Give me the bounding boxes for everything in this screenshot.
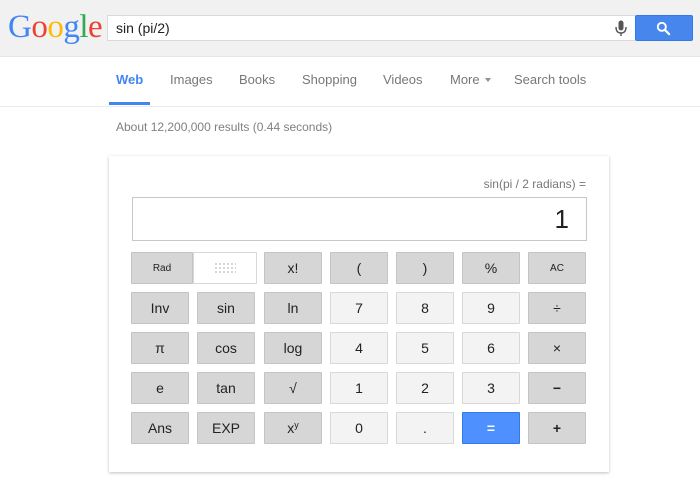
tab-images[interactable]: Images [170, 72, 213, 87]
digit-1-button[interactable]: 1 [330, 372, 388, 404]
calculator-expression: sin(pi / 2 radians) = [483, 177, 586, 191]
power-base-label: x [287, 420, 295, 436]
digit-7-button[interactable]: 7 [330, 292, 388, 324]
calculator-result: 1 [554, 204, 569, 234]
search-icon [656, 21, 671, 36]
decimal-button[interactable]: . [396, 412, 454, 444]
power-exponent-label: y [294, 420, 299, 430]
plus-button[interactable]: + [528, 412, 586, 444]
sin-button[interactable]: sin [197, 292, 255, 324]
calculator-display: 1 [132, 197, 587, 241]
logo-letter: g [63, 9, 80, 45]
ln-button[interactable]: ln [264, 292, 322, 324]
inverse-button[interactable]: Inv [131, 292, 189, 324]
logo-letter: e [88, 9, 103, 45]
tab-books[interactable]: Books [239, 72, 275, 87]
logo-letter: G [8, 9, 32, 45]
deg-toggle[interactable] [193, 252, 257, 284]
minus-button[interactable]: − [528, 372, 586, 404]
google-logo[interactable]: Google [8, 9, 103, 45]
right-paren-button[interactable]: ) [396, 252, 454, 284]
tan-button[interactable]: tan [197, 372, 255, 404]
tab-videos[interactable]: Videos [383, 72, 423, 87]
multiply-button[interactable]: × [528, 332, 586, 364]
search-input[interactable] [116, 16, 596, 40]
digit-9-button[interactable]: 9 [462, 292, 520, 324]
tab-more-label: More [450, 72, 480, 87]
logo-letter: o [47, 9, 64, 45]
search-tabs: Web Images Books Shopping Videos More Se… [0, 56, 700, 107]
exp-button[interactable]: EXP [197, 412, 255, 444]
left-paren-button[interactable]: ( [330, 252, 388, 284]
tab-web[interactable]: Web [116, 72, 143, 87]
logo-letter: l [79, 9, 89, 45]
rad-button[interactable]: Rad [131, 252, 193, 284]
digit-2-button[interactable]: 2 [396, 372, 454, 404]
digit-0-button[interactable]: 0 [330, 412, 388, 444]
active-tab-indicator [109, 102, 150, 105]
log-button[interactable]: log [264, 332, 322, 364]
all-clear-button[interactable]: AC [528, 252, 586, 284]
divide-button[interactable]: ÷ [528, 292, 586, 324]
search-box [107, 15, 635, 41]
chevron-down-icon [484, 77, 491, 82]
digit-5-button[interactable]: 5 [396, 332, 454, 364]
header: Google [0, 0, 700, 57]
e-button[interactable]: e [131, 372, 189, 404]
tab-more[interactable]: More [450, 72, 491, 87]
logo-letter: o [31, 9, 48, 45]
percent-button[interactable]: % [462, 252, 520, 284]
equals-button[interactable]: = [462, 412, 520, 444]
tab-shopping[interactable]: Shopping [302, 72, 357, 87]
digit-6-button[interactable]: 6 [462, 332, 520, 364]
search-button[interactable] [635, 15, 693, 41]
ans-button[interactable]: Ans [131, 412, 189, 444]
result-stats: About 12,200,000 results (0.44 seconds) [116, 120, 333, 134]
digit-8-button[interactable]: 8 [396, 292, 454, 324]
power-button[interactable]: xy [264, 412, 322, 444]
calculator-card: sin(pi / 2 radians) = 1 Rad x! ( ) % AC … [109, 156, 609, 472]
digit-4-button[interactable]: 4 [330, 332, 388, 364]
factorial-button[interactable]: x! [264, 252, 322, 284]
sqrt-button[interactable]: √ [264, 372, 322, 404]
cos-button[interactable]: cos [197, 332, 255, 364]
pi-button[interactable]: π [131, 332, 189, 364]
digit-3-button[interactable]: 3 [462, 372, 520, 404]
microphone-icon[interactable] [615, 20, 627, 37]
tab-search-tools[interactable]: Search tools [514, 72, 586, 87]
toggle-dots-icon [214, 262, 236, 274]
